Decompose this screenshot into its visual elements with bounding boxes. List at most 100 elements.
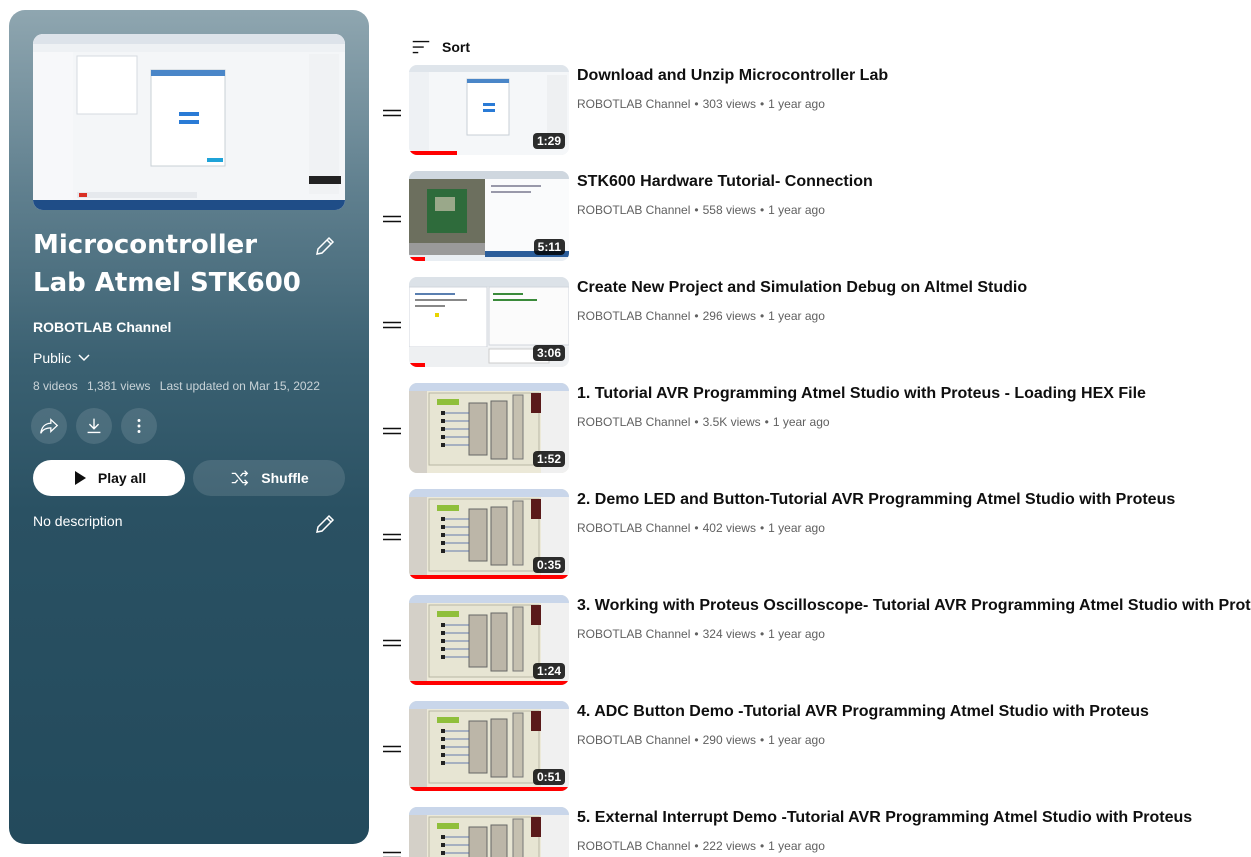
privacy-label: Public [33, 350, 72, 366]
download-button[interactable] [76, 408, 112, 444]
playlist-video-row[interactable]: 5. External Interrupt Demo -Tutorial AVR… [380, 807, 1240, 857]
sort-icon [412, 40, 430, 54]
video-thumbnail[interactable]: 5:11 [409, 171, 569, 261]
video-metadata: ROBOTLAB Channel • 402 views • 1 year ago [577, 521, 825, 535]
sort-label: Sort [442, 39, 470, 55]
playlist-video-row[interactable]: 1:29 Download and Unzip Microcontroller … [380, 65, 1240, 157]
shuffle-icon [232, 470, 249, 486]
playlist-video-row[interactable]: 1:24 3. Working with Proteus Oscilloscop… [380, 595, 1251, 687]
play-icon [74, 471, 86, 485]
playlist-title: Microcontroller Lab Atmel STK600 [33, 230, 301, 298]
video-title[interactable]: Create New Project and Simulation Debug … [577, 279, 1027, 297]
watch-progress-bar [409, 575, 569, 579]
video-metadata: ROBOTLAB Channel • 222 views • 1 year ago [577, 839, 825, 853]
drag-handle-icon[interactable] [380, 737, 404, 761]
video-age: 1 year ago [768, 627, 825, 641]
video-thumbnail[interactable]: 0:35 [409, 489, 569, 579]
video-title[interactable]: 3. Working with Proteus Oscilloscope- Tu… [577, 597, 1251, 615]
video-channel-name[interactable]: ROBOTLAB Channel [577, 733, 690, 747]
edit-description-pencil-icon[interactable] [313, 512, 337, 536]
drag-handle-icon[interactable] [380, 313, 404, 337]
video-title[interactable]: 2. Demo LED and Button-Tutorial AVR Prog… [577, 491, 1175, 509]
play-all-button[interactable]: Play all [33, 460, 185, 496]
playlist-video-row[interactable]: 0:35 2. Demo LED and Button-Tutorial AVR… [380, 489, 1240, 581]
duration-badge: 5:11 [533, 239, 565, 255]
video-age: 1 year ago [768, 839, 825, 853]
video-title[interactable]: STK600 Hardware Tutorial- Connection [577, 173, 873, 191]
duration-badge: 1:24 [532, 663, 565, 679]
drag-handle-icon[interactable] [380, 843, 404, 857]
video-channel-name[interactable]: ROBOTLAB Channel [577, 839, 690, 853]
video-age: 1 year ago [768, 203, 825, 217]
watch-progress-bar [409, 681, 569, 685]
video-age: 1 year ago [768, 309, 825, 323]
video-age: 1 year ago [772, 415, 830, 429]
video-thumbnail[interactable]: 0:51 [409, 701, 569, 791]
duration-badge: 0:35 [532, 557, 565, 573]
duration-badge: 1:52 [532, 451, 565, 467]
play-all-label: Play all [97, 470, 147, 486]
video-metadata: ROBOTLAB Channel • 558 views • 1 year ago [577, 203, 825, 217]
video-view-count: 324 views [702, 627, 756, 641]
drag-handle-icon[interactable] [380, 525, 404, 549]
video-thumbnail[interactable] [409, 807, 569, 857]
video-title[interactable]: 5. External Interrupt Demo -Tutorial AVR… [577, 809, 1192, 827]
video-metadata: ROBOTLAB Channel • 296 views • 1 year ago [577, 309, 825, 323]
duration-badge: 1:29 [532, 133, 565, 149]
playlist-stats: 8 videos 1,381 views Last updated on Mar… [33, 379, 326, 393]
shuffle-label: Shuffle [261, 470, 309, 486]
watch-progress-bar [409, 363, 425, 367]
video-channel-name[interactable]: ROBOTLAB Channel [577, 203, 690, 217]
video-channel-name[interactable]: ROBOTLAB Channel [577, 415, 690, 429]
video-channel-name[interactable]: ROBOTLAB Channel [577, 627, 690, 641]
privacy-dropdown[interactable]: Public [33, 350, 91, 366]
video-title[interactable]: 1. Tutorial AVR Programming Atmel Studio… [577, 385, 1146, 403]
playlist-video-row[interactable]: 0:51 4. ADC Button Demo -Tutorial AVR Pr… [380, 701, 1240, 793]
share-icon [40, 418, 59, 434]
playlist-video-row[interactable]: 5:11 STK600 Hardware Tutorial- Connectio… [380, 171, 1240, 263]
watch-progress-bar [409, 257, 425, 261]
duration-badge: 0:51 [532, 769, 565, 785]
video-age: 1 year ago [768, 733, 825, 747]
playlist-video-row[interactable]: 3:06 Create New Project and Simulation D… [380, 277, 1240, 369]
playlist-channel-name[interactable]: ROBOTLAB Channel [33, 319, 171, 335]
playlist-cover-thumbnail[interactable] [33, 34, 345, 210]
playlist-header-panel: Microcontroller Lab Atmel STK600 ROBOTLA… [9, 10, 369, 844]
video-thumbnail[interactable]: 1:52 [409, 383, 569, 473]
video-thumbnail[interactable]: 1:29 [409, 65, 569, 155]
video-view-count: 296 views [702, 309, 756, 323]
drag-handle-icon[interactable] [380, 207, 404, 231]
sort-button[interactable]: Sort [410, 36, 470, 58]
video-age: 1 year ago [768, 97, 825, 111]
edit-title-pencil-icon[interactable] [313, 234, 337, 258]
video-view-count: 558 views [702, 203, 756, 217]
drag-handle-icon[interactable] [380, 419, 404, 443]
last-updated: Last updated on Mar 15, 2022 [159, 379, 320, 393]
video-view-count: 222 views [702, 839, 756, 853]
video-view-count: 290 views [702, 733, 756, 747]
more-actions-button[interactable] [121, 408, 157, 444]
view-count: 1,381 views [87, 379, 151, 393]
shuffle-button[interactable]: Shuffle [193, 460, 345, 496]
duration-badge: 3:06 [532, 345, 565, 361]
video-channel-name[interactable]: ROBOTLAB Channel [577, 97, 690, 111]
video-thumbnail[interactable]: 3:06 [409, 277, 569, 367]
video-title[interactable]: 4. ADC Button Demo -Tutorial AVR Program… [577, 703, 1149, 721]
video-count: 8 videos [33, 379, 78, 393]
video-channel-name[interactable]: ROBOTLAB Channel [577, 309, 690, 323]
drag-handle-icon[interactable] [380, 101, 404, 125]
video-metadata: ROBOTLAB Channel • 290 views • 1 year ago [577, 733, 825, 747]
video-metadata: ROBOTLAB Channel • 3.5K views • 1 year ago [577, 415, 830, 429]
watch-progress-bar [409, 151, 457, 155]
video-thumbnail[interactable]: 1:24 [409, 595, 569, 685]
video-metadata: ROBOTLAB Channel • 324 views • 1 year ago [577, 627, 825, 641]
download-icon [87, 418, 101, 434]
share-button[interactable] [31, 408, 67, 444]
drag-handle-icon[interactable] [380, 631, 404, 655]
thumbnail-image [409, 807, 569, 857]
video-title[interactable]: Download and Unzip Microcontroller Lab [577, 67, 888, 85]
video-view-count: 303 views [702, 97, 756, 111]
playlist-video-row[interactable]: 1:52 1. Tutorial AVR Programming Atmel S… [380, 383, 1240, 475]
video-channel-name[interactable]: ROBOTLAB Channel [577, 521, 690, 535]
cover-screenshot-image [33, 34, 345, 210]
